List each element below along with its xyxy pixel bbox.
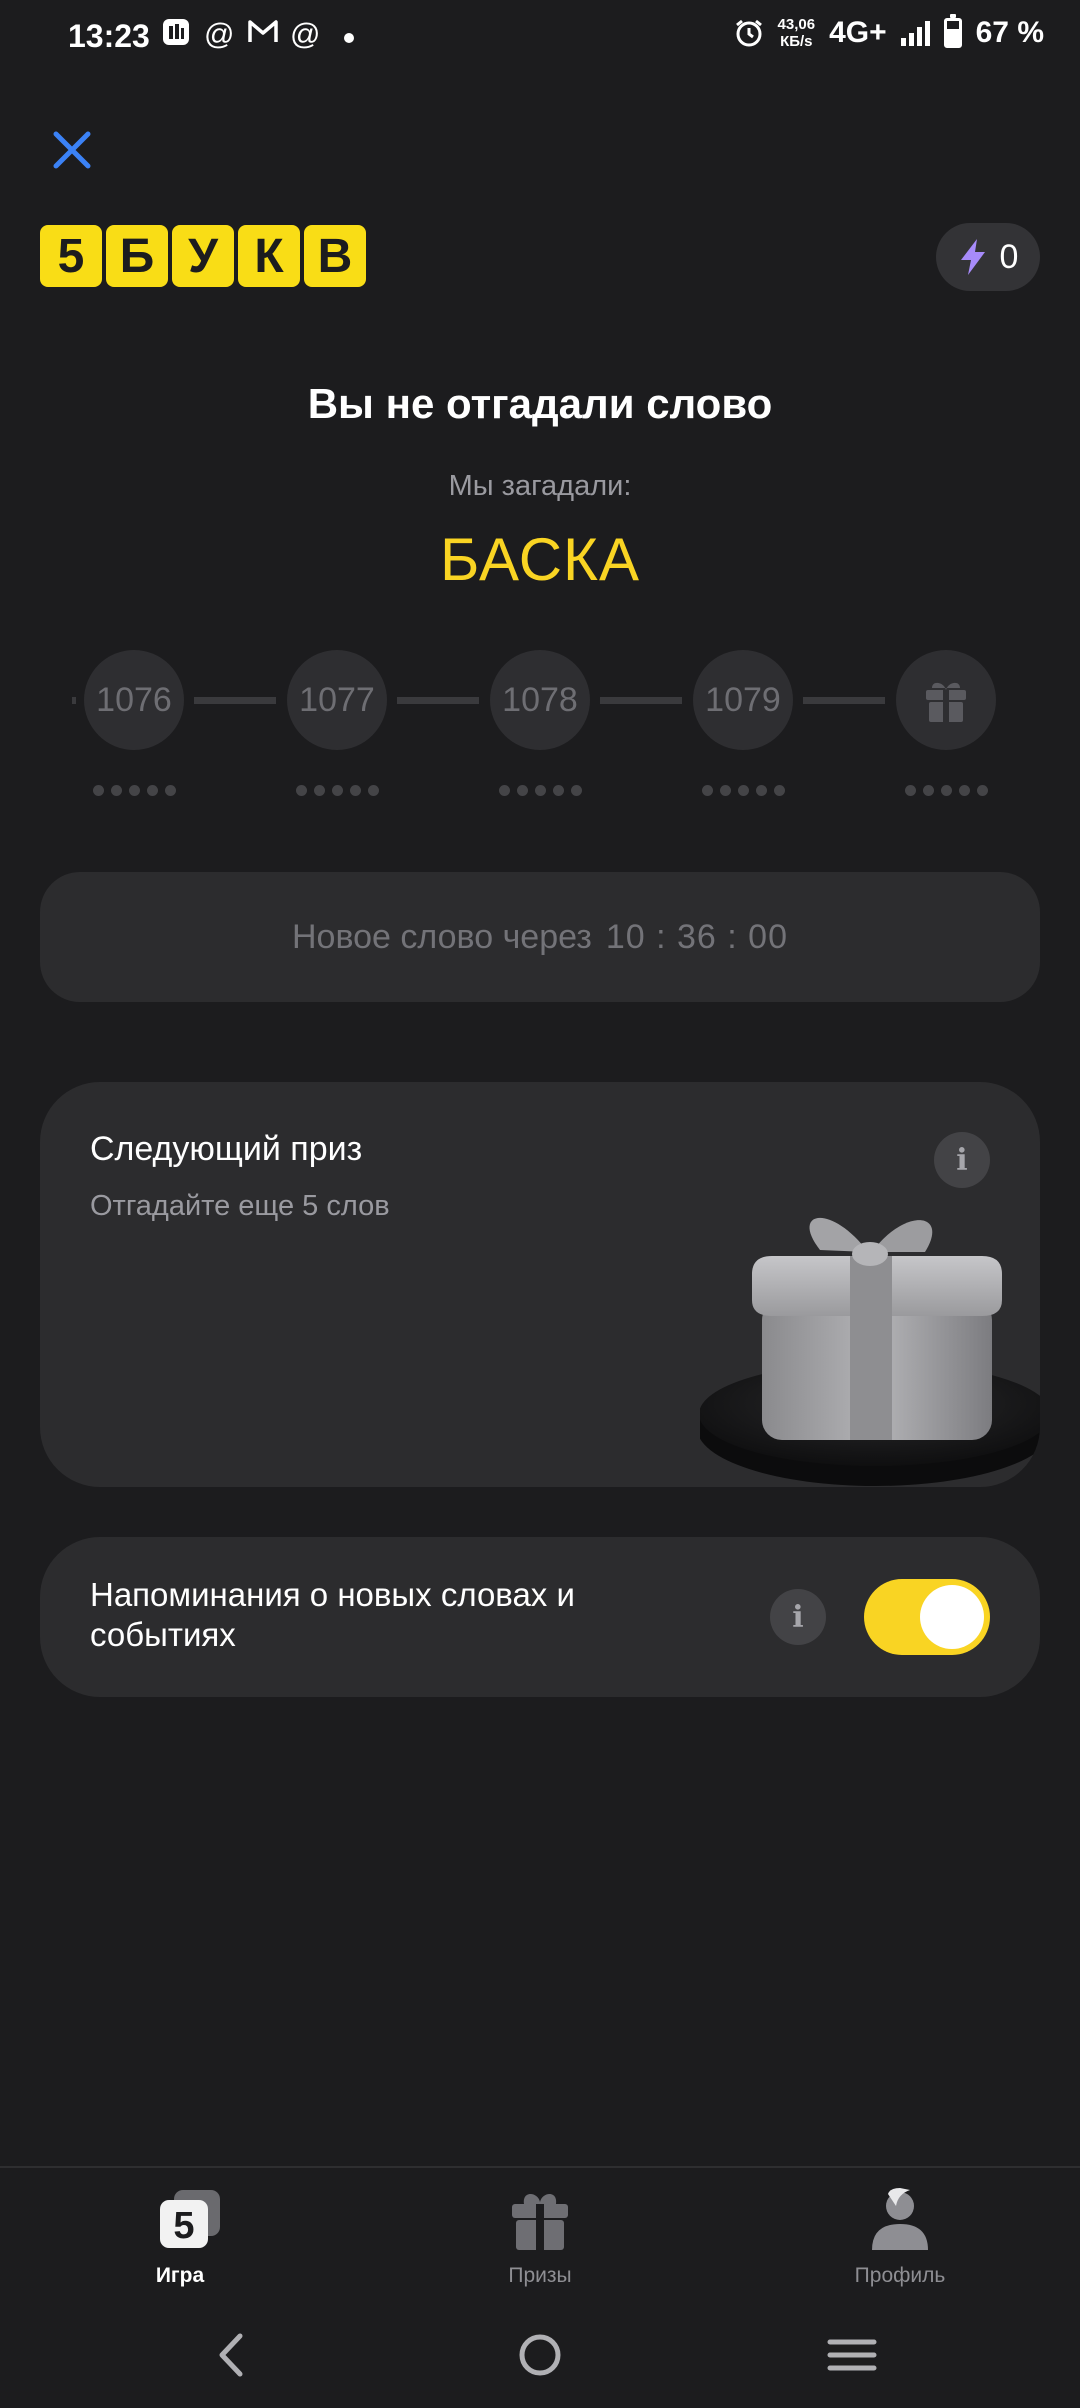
battery-icon	[943, 14, 962, 48]
back-icon	[219, 2333, 243, 2377]
signal-icon	[900, 20, 930, 46]
recents-button[interactable]	[812, 2320, 892, 2390]
attempt-dots	[693, 785, 793, 796]
tab-prizes[interactable]: Призы	[420, 2168, 660, 2302]
prize-description: Отгадайте еще 5 слов	[90, 1190, 390, 1222]
progress-node-gift	[896, 650, 996, 750]
svg-text:5: 5	[173, 2205, 194, 2247]
close-icon	[53, 131, 91, 169]
logo-letter: К	[238, 225, 300, 287]
reminders-label: Напоминания о новых словах и событиях	[90, 1576, 575, 1653]
progress-node: 1077	[287, 650, 387, 750]
gift-box-illustration	[700, 1217, 1040, 1486]
track-line	[194, 697, 276, 704]
next-prize-card[interactable]: Следующий приз Отгадайте еще 5 слов i	[40, 1082, 1040, 1487]
result-title: Вы не отгадали слово	[307, 380, 773, 427]
attempt-dots	[490, 785, 590, 796]
reminders-info-button[interactable]: i	[770, 1589, 826, 1645]
result-subtitle: Мы загадали:	[448, 470, 632, 502]
network-type: 4G+	[829, 16, 887, 49]
progress-node: 1078	[490, 650, 590, 750]
home-button[interactable]	[500, 2320, 580, 2390]
tab-game[interactable]: 5 Игра	[60, 2168, 300, 2302]
reminders-row: Напоминания о новых словах и событиях i	[40, 1537, 1040, 1697]
close-button[interactable]	[44, 122, 100, 178]
attempt-dots	[287, 785, 387, 796]
app-logo: 5 Б У К В	[40, 225, 366, 287]
home-icon	[519, 2334, 561, 2376]
logo-letter: 5	[40, 225, 102, 287]
battery-percent: 67 %	[975, 16, 1044, 49]
game-icon: 5	[160, 2190, 220, 2248]
countdown-label: Новое слово через	[292, 917, 592, 956]
recents-icon	[827, 2339, 877, 2371]
energy-counter-button[interactable]: 0	[936, 223, 1040, 291]
secret-word: БАСКА	[439, 526, 641, 593]
logo-letter: Б	[106, 225, 168, 287]
info-icon: i	[792, 1599, 804, 1635]
prize-title: Следующий приз	[90, 1130, 363, 1168]
progress-track: 1076 1077 1078 1079	[72, 650, 1004, 796]
back-button[interactable]	[190, 2320, 270, 2390]
energy-count: 0	[999, 237, 1019, 276]
toggle-knob	[920, 1585, 984, 1649]
tab-profile[interactable]: Профиль	[780, 2168, 1020, 2302]
network-speed: 43,06 КБ/s	[777, 16, 816, 50]
bottom-tab-bar: 5 Игра Призы Профиль	[0, 2166, 1080, 2302]
attempt-dots	[896, 785, 996, 796]
attempt-dots	[84, 785, 184, 796]
gift-icon	[512, 2194, 568, 2250]
countdown-timer: 10 : 36 : 00	[605, 917, 788, 956]
at-sign-icon: @	[290, 18, 321, 51]
tab-label: Игра	[155, 2264, 205, 2287]
prize-info-button[interactable]: i	[934, 1132, 990, 1188]
progress-node: 1079	[693, 650, 793, 750]
track-line	[600, 697, 682, 704]
info-icon: i	[956, 1142, 968, 1178]
system-navigation-bar	[0, 2300, 1080, 2408]
track-line	[803, 697, 885, 704]
gmail-icon	[248, 18, 278, 52]
status-bar: 13:23 @ @ 43,06 КБ/s 4G+ 67 %	[0, 0, 1080, 80]
progress-node: 1076	[84, 650, 184, 750]
tab-label: Профиль	[854, 2264, 946, 2287]
logo-letter: У	[172, 225, 234, 287]
tab-label: Призы	[508, 2264, 572, 2287]
alarm-icon	[735, 19, 762, 47]
app-notification-icon	[162, 18, 190, 54]
at-sign-icon: @	[204, 18, 235, 51]
gift-icon	[926, 682, 966, 722]
lightning-icon	[960, 239, 985, 275]
reminders-toggle[interactable]	[864, 1579, 990, 1655]
track-line	[72, 697, 76, 704]
logo-letter: В	[304, 225, 366, 287]
dot-icon	[344, 33, 354, 43]
new-word-countdown: Новое слово через 10 : 36 : 00	[40, 872, 1040, 1002]
profile-icon	[872, 2188, 928, 2250]
track-line	[397, 697, 479, 704]
status-time: 13:23	[68, 18, 150, 54]
